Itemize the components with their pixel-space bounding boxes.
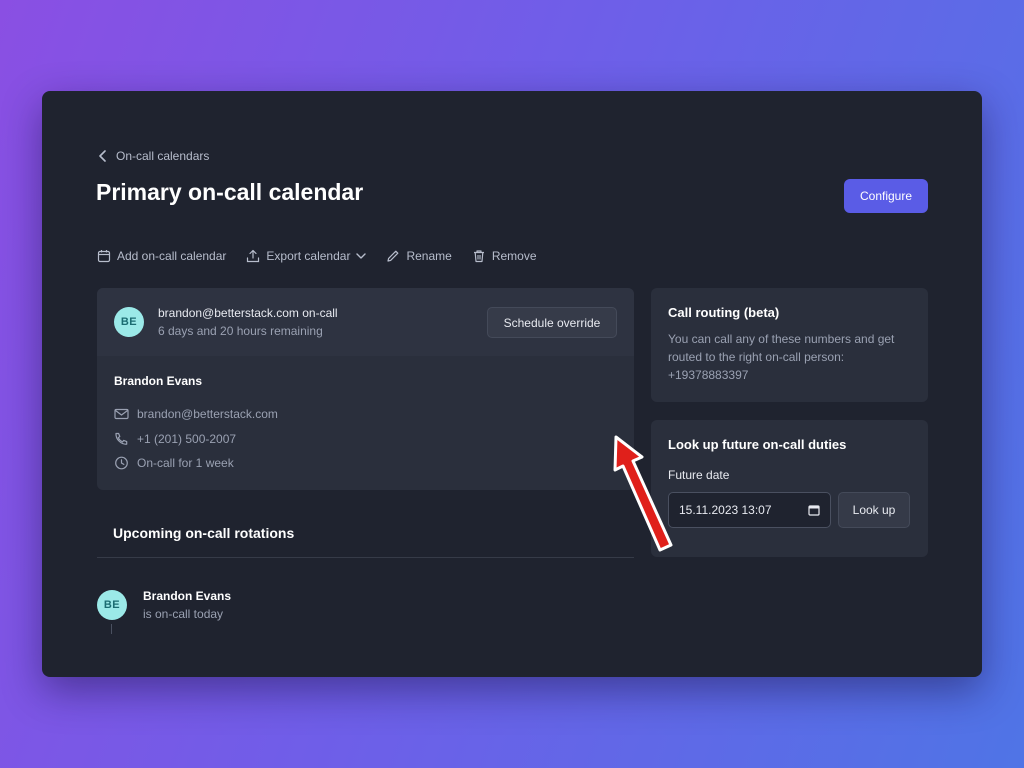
- email-text[interactable]: brandon@betterstack.com: [137, 407, 278, 421]
- list-item: BE Brandon Evans is on-call today: [97, 587, 231, 623]
- call-routing-description: You can call any of these numbers and ge…: [668, 330, 911, 384]
- oncall-title: brandon@betterstack.com on-call: [158, 306, 338, 320]
- current-oncall-header: BE brandon@betterstack.com on-call 6 day…: [97, 288, 634, 356]
- call-routing-text: You can call any of these numbers and ge…: [668, 332, 895, 364]
- person-name: Brandon Evans: [114, 374, 203, 388]
- page-title: Primary on-call calendar: [96, 179, 364, 205]
- rename-button[interactable]: Rename: [386, 249, 452, 263]
- current-oncall-card: BE brandon@betterstack.com on-call 6 day…: [97, 288, 634, 490]
- add-calendar-label: Add on-call calendar: [117, 249, 227, 263]
- schedule-override-button[interactable]: Schedule override: [487, 307, 617, 338]
- timeline-line: [111, 624, 112, 634]
- lookup-card: Look up future on-call duties Future dat…: [651, 420, 928, 557]
- future-date-value: 15.11.2023 13:07: [679, 503, 772, 517]
- avatar: BE: [114, 307, 144, 337]
- toolbar: Add on-call calendar Export calendar Ren…: [97, 249, 537, 263]
- phone-icon: [114, 432, 129, 446]
- future-date-label: Future date: [668, 468, 730, 482]
- phone-text[interactable]: +1 (201) 500-2007: [137, 432, 236, 446]
- lookup-row: 15.11.2023 13:07 Look up: [668, 492, 911, 528]
- export-calendar-button[interactable]: Export calendar: [246, 249, 367, 263]
- trash-icon: [472, 249, 486, 263]
- upcoming-rotations-title: Upcoming on-call rotations: [113, 525, 295, 541]
- look-up-button[interactable]: Look up: [838, 492, 910, 528]
- mail-icon: [114, 408, 129, 420]
- calendar-icon: [97, 249, 111, 263]
- calendar-picker-icon[interactable]: [808, 504, 820, 516]
- avatar: BE: [97, 590, 127, 620]
- rename-label: Rename: [406, 249, 452, 263]
- lookup-title: Look up future on-call duties: [668, 437, 847, 452]
- upload-icon: [246, 249, 260, 263]
- call-routing-number[interactable]: +19378883397: [668, 368, 748, 382]
- rotation-status: is on-call today: [143, 607, 224, 621]
- duration-row: On-call for 1 week: [114, 451, 617, 476]
- remove-label: Remove: [491, 249, 537, 263]
- configure-button[interactable]: Configure: [844, 179, 928, 213]
- back-link-label: On-call calendars: [116, 149, 210, 163]
- add-calendar-button[interactable]: Add on-call calendar: [97, 249, 226, 263]
- oncall-remaining: 6 days and 20 hours remaining: [158, 324, 323, 338]
- chevron-down-icon: [356, 252, 367, 260]
- call-routing-card: Call routing (beta) You can call any of …: [651, 288, 928, 402]
- pencil-icon: [386, 249, 400, 263]
- calendar-window: On-call calendars Primary on-call calend…: [42, 91, 982, 677]
- oncall-details: Brandon Evans brandon@betterstack.com +1…: [97, 356, 634, 476]
- email-row: brandon@betterstack.com: [114, 402, 617, 427]
- chevron-left-icon: [98, 150, 108, 162]
- back-link[interactable]: On-call calendars: [98, 149, 209, 163]
- call-routing-title: Call routing (beta): [668, 305, 780, 320]
- export-calendar-label: Export calendar: [266, 249, 351, 263]
- rotation-person-name: Brandon Evans: [143, 589, 232, 603]
- section-divider: [97, 557, 634, 558]
- remove-button[interactable]: Remove: [472, 249, 537, 263]
- phone-row: +1 (201) 500-2007: [114, 427, 617, 452]
- duration-text: On-call for 1 week: [137, 456, 234, 471]
- clock-icon: [114, 456, 129, 470]
- future-date-input[interactable]: 15.11.2023 13:07: [668, 492, 831, 528]
